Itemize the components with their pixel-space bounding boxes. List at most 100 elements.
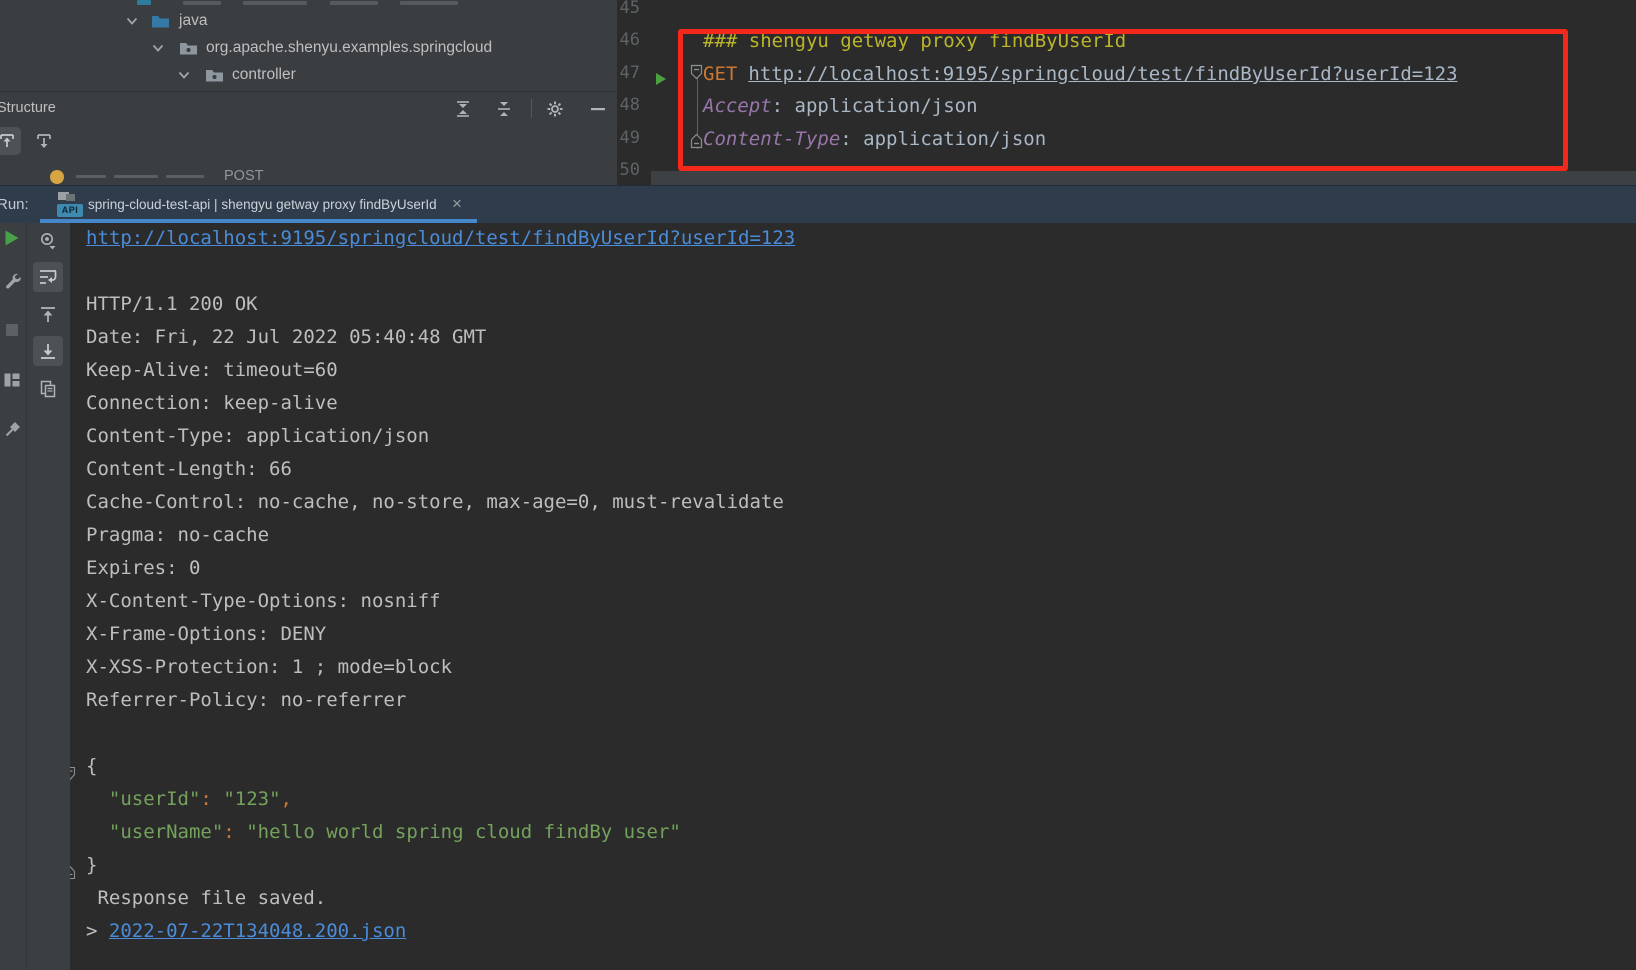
tree-item-package[interactable]: org.apache.shenyu.examples.springcloud (0, 34, 617, 61)
restore-layout-button[interactable] (1, 369, 23, 391)
hide-panel-icon[interactable] (588, 99, 608, 119)
json-indent (86, 788, 109, 810)
expand-all-icon[interactable] (453, 99, 473, 119)
pin-icon (4, 422, 21, 439)
console-line: HTTP/1.1 200 OK (86, 293, 795, 326)
console-line: http://localhost:9195/springcloud/test/f… (86, 227, 795, 260)
scroll-to-top-button[interactable] (33, 300, 63, 330)
eye-filter-icon (38, 231, 58, 251)
line-number: 46 (617, 30, 640, 63)
soft-wrap-button[interactable] (33, 262, 63, 292)
fold-marker[interactable] (70, 766, 76, 781)
run-panel-header: Run: API spring-cloud-test-api | shengyu… (0, 185, 1636, 223)
autoscroll-from-source-button[interactable] (30, 127, 58, 155)
structure-toolbar (0, 124, 617, 166)
run-console-output[interactable]: http://localhost:9195/springcloud/test/f… (70, 223, 1636, 970)
json-colon: : (200, 788, 211, 810)
json-open-brace: { (86, 755, 97, 777)
console-line: X-Frame-Options: DENY (86, 623, 795, 656)
response-header-line: Date: Fri, 22 Jul 2022 05:40:48 GMT (86, 326, 486, 348)
console-line: Date: Fri, 22 Jul 2022 05:40:48 GMT (86, 326, 795, 359)
collapse-all-icon[interactable] (494, 99, 514, 119)
chevron-down-icon (178, 70, 190, 79)
clipped-tree-text-fragment (183, 1, 221, 5)
json-close-brace: } (86, 854, 97, 876)
layout-grid-icon (4, 373, 21, 388)
structure-panel-header: Structure (0, 91, 617, 125)
wrench-icon (4, 272, 21, 289)
play-icon (5, 230, 20, 247)
structure-panel-title: Structure (0, 92, 56, 125)
console-toolbar (26, 223, 70, 970)
http-request-editor[interactable]: 45 46 47 48 49 50 ### shengyu getway pro… (617, 0, 1636, 185)
gear-icon[interactable] (545, 99, 565, 119)
tree-item-label: controller (232, 61, 296, 88)
response-header-line: X-XSS-Protection: 1 ; mode=block (86, 656, 452, 678)
stop-button[interactable] (1, 319, 23, 341)
response-header-line: Expires: 0 (86, 557, 200, 579)
json-key: "userId" (109, 788, 201, 810)
tree-item-java[interactable]: java (0, 7, 617, 34)
chevron-down-icon (126, 16, 138, 25)
console-line: { (86, 755, 795, 788)
response-header-line: Content-Type: application/json (86, 425, 429, 447)
tree-item-label: java (179, 7, 207, 34)
project-structure-panel: java org.apache.shenyu.examples.springcl… (0, 0, 617, 185)
console-line: Cache-Control: no-cache, no-store, max-a… (86, 491, 795, 524)
console-line: } (86, 854, 795, 887)
line-number: 48 (617, 95, 640, 128)
pin-tab-button[interactable] (1, 419, 23, 441)
run-label: Run: (0, 186, 29, 224)
arrow-up-to-bar-icon (0, 132, 16, 150)
json-value: "hello world spring cloud findBy user" (246, 821, 681, 843)
package-folder-icon (205, 67, 224, 82)
response-header-line: Content-Length: 66 (86, 458, 292, 480)
console-line: Referrer-Policy: no-referrer (86, 689, 795, 722)
method-circle-icon (50, 170, 64, 184)
json-value: "123" (223, 788, 280, 810)
json-key: "userName" (109, 821, 223, 843)
response-header-line: Connection: keep-alive (86, 392, 338, 414)
run-request-gutter-icon[interactable] (655, 72, 667, 86)
clipped-tree-icon-fragment (137, 0, 151, 5)
line-number: 45 (617, 0, 640, 31)
tree-item-controller[interactable]: controller (0, 61, 617, 88)
console-line (86, 260, 795, 293)
console-line: Keep-Alive: timeout=60 (86, 359, 795, 392)
response-header-line: Keep-Alive: timeout=60 (86, 359, 338, 381)
scroll-to-end-button[interactable] (33, 336, 63, 366)
response-url-link[interactable]: http://localhost:9195/springcloud/test/f… (86, 227, 795, 249)
console-line: Content-Type: application/json (86, 425, 795, 458)
saved-file-prefix: > (86, 920, 109, 942)
console-line (86, 722, 795, 755)
console-line: X-Content-Type-Options: nosniff (86, 590, 795, 623)
modify-run-configuration-button[interactable] (1, 269, 23, 291)
run-toolbar-left (0, 223, 26, 970)
api-badge: API (57, 204, 83, 217)
soft-wrap-icon (38, 267, 58, 287)
response-header-line: Cache-Control: no-cache, no-store, max-a… (86, 491, 784, 513)
http-client-api-icon: API (57, 192, 83, 218)
response-saved-note: Response file saved. (86, 887, 326, 909)
console-lines: http://localhost:9195/springcloud/test/f… (86, 227, 795, 953)
console-line: Pragma: no-cache (86, 524, 795, 557)
editor-horizontal-scrollbar[interactable] (651, 171, 1636, 185)
response-header-line: Referrer-Policy: no-referrer (86, 689, 406, 711)
copy-button[interactable] (33, 374, 63, 404)
fold-marker[interactable] (70, 865, 76, 880)
saved-file-link[interactable]: 2022-07-22T134048.200.json (109, 920, 406, 942)
console-line: Connection: keep-alive (86, 392, 795, 425)
console-line: Content-Length: 66 (86, 458, 795, 491)
json-comma: , (281, 788, 292, 810)
line-number: 49 (617, 128, 640, 161)
filter-view-options-button[interactable] (33, 226, 63, 256)
json-indent (86, 821, 109, 843)
structure-item-clipped[interactable]: POST (0, 166, 617, 185)
line-number: 50 (617, 160, 640, 185)
response-header-line: X-Frame-Options: DENY (86, 623, 326, 645)
annotation-red-rectangle (678, 29, 1568, 171)
toolbar-divider (531, 99, 532, 118)
clipped-tree-text-fragment (400, 1, 458, 5)
rerun-button[interactable] (1, 227, 23, 249)
autoscroll-to-source-button[interactable] (0, 127, 21, 155)
